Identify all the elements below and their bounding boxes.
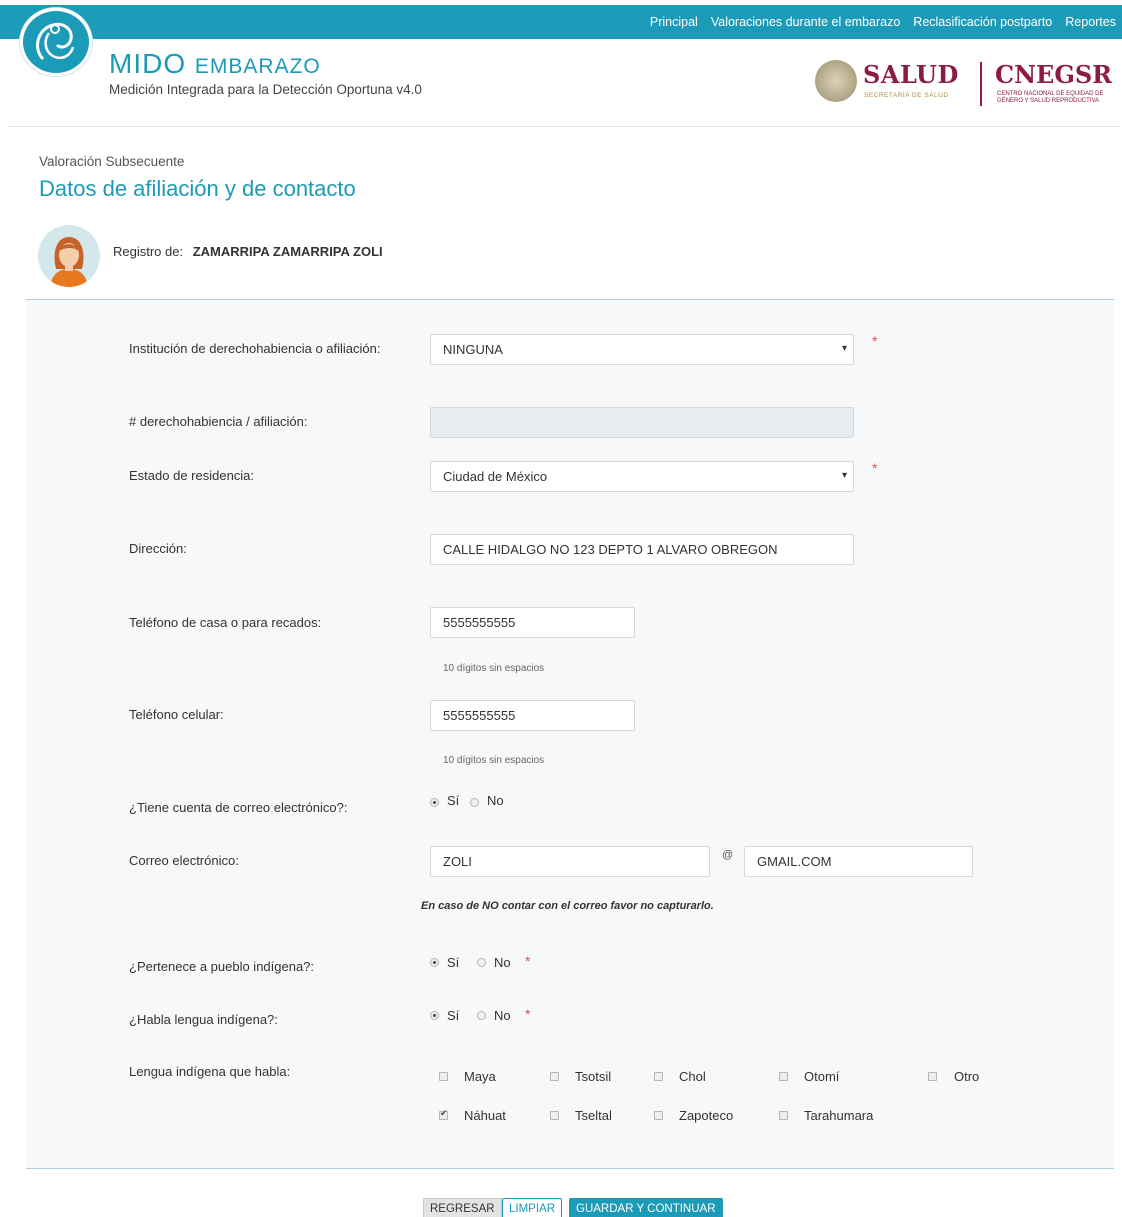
tel-cel-hint: 10 dígitos sin espacios — [443, 755, 545, 766]
correo-user-value: ZOLI — [443, 854, 472, 869]
guardar-continuar-button[interactable]: GUARDAR Y CONTINUAR — [569, 1198, 723, 1217]
nav-reclasificacion[interactable]: Reclasificación postparto — [913, 15, 1052, 29]
correo-question-label: ¿Tiene cuenta de correo electrónico?: — [129, 800, 348, 815]
lengua-tseltal-label: Tseltal — [575, 1108, 612, 1123]
lengua-nahuat-checkbox[interactable] — [439, 1108, 448, 1120]
pueblo-si-radio[interactable] — [430, 958, 439, 967]
avatar — [38, 225, 100, 287]
section-subtitle: Valoración Subsecuente — [39, 154, 185, 169]
regresar-button[interactable]: REGRESAR — [423, 1198, 502, 1217]
lengua-tarahumara-label: Tarahumara — [804, 1108, 874, 1123]
lengua-si-radio[interactable] — [430, 1011, 439, 1020]
lengua-chol-label: Chol — [679, 1069, 706, 1084]
lengua-no-label: No — [494, 1008, 511, 1023]
salud-subtitle: SECRETARÍA DE SALUD — [864, 92, 949, 99]
tel-casa-input[interactable]: 5555555555 — [430, 607, 635, 638]
top-nav-bar: Principal Valoraciones durante el embara… — [0, 5, 1122, 39]
salud-logo: SALUD — [863, 60, 959, 89]
header-divider — [8, 126, 1120, 127]
tel-cel-input[interactable]: 5555555555 — [430, 700, 635, 731]
lengua-maya-label: Maya — [464, 1069, 496, 1084]
pueblo-label: ¿Pertenece a pueblo indígena?: — [129, 959, 315, 974]
nav-valoraciones[interactable]: Valoraciones durante el embarazo — [711, 15, 900, 29]
lengua-question-label: ¿Habla lengua indígena?: — [129, 1012, 278, 1027]
estado-label: Estado de residencia: — [129, 468, 255, 483]
direccion-label: Dirección: — [129, 541, 187, 556]
correo-note: En caso de NO contar con el correo favor… — [421, 900, 714, 912]
institucion-select[interactable]: NINGUNA — [430, 334, 854, 365]
registro: Registro de: ZAMARRIPA ZAMARRIPA ZOLI — [113, 244, 383, 259]
tel-casa-label: Teléfono de casa o para recados: — [129, 615, 322, 630]
lengua-tarahumara-checkbox[interactable] — [779, 1111, 788, 1120]
at-sign: @ — [722, 849, 734, 861]
required-marker: * — [525, 1006, 531, 1022]
direccion-input[interactable]: CALLE HIDALGO NO 123 DEPTO 1 ALVARO OBRE… — [430, 534, 854, 565]
app-title-main: MIDO — [109, 48, 187, 79]
lengua-no-radio[interactable] — [477, 1011, 486, 1020]
logo-divider — [980, 62, 982, 106]
direccion-value: CALLE HIDALGO NO 123 DEPTO 1 ALVARO OBRE… — [443, 542, 778, 557]
registro-label: Registro de: — [113, 244, 184, 259]
pueblo-no-radio[interactable] — [477, 958, 486, 967]
correo-label: Correo electrónico: — [129, 853, 239, 868]
mexico-seal-icon — [815, 60, 857, 102]
lengua-otro-checkbox[interactable] — [928, 1072, 937, 1081]
lengua-nahuat-label: Náhuat — [464, 1108, 506, 1123]
required-marker: * — [872, 333, 878, 349]
afiliacion-input[interactable] — [430, 407, 854, 438]
tel-casa-value: 5555555555 — [443, 615, 516, 630]
cnegsr-logo: CNEGSR — [995, 60, 1113, 89]
pueblo-si-label: Sí — [447, 955, 460, 970]
lengua-tsotsil-checkbox[interactable] — [550, 1072, 559, 1081]
tel-cel-label: Teléfono celular: — [129, 707, 224, 722]
lengua-tseltal-checkbox[interactable] — [550, 1111, 559, 1120]
nav-principal[interactable]: Principal — [650, 15, 698, 29]
app-title-rest: EMBARAZO — [194, 55, 321, 78]
cnegsr-subtitle: CENTRO NACIONAL DE EQUIDAD DE GÉNERO Y S… — [997, 91, 1104, 104]
correo-domain-input[interactable]: GMAIL.COM — [744, 846, 973, 877]
lengua-zapoteco-checkbox[interactable] — [654, 1111, 663, 1120]
tel-cel-value: 5555555555 — [443, 708, 516, 723]
tel-casa-hint: 10 dígitos sin espacios — [443, 663, 545, 674]
limpiar-button[interactable]: LIMPIAR — [502, 1198, 563, 1217]
correo-no-label: No — [487, 793, 504, 808]
estado-select[interactable]: Ciudad de México — [430, 461, 854, 492]
institucion-value: NINGUNA — [443, 342, 503, 357]
lengua-tsotsil-label: Tsotsil — [575, 1069, 612, 1084]
pueblo-no-label: No — [494, 955, 511, 970]
estado-value: Ciudad de México — [443, 469, 548, 484]
correo-si-label: Sí — [447, 793, 460, 808]
correo-user-input[interactable]: ZOLI — [430, 846, 710, 877]
lengua-maya-checkbox[interactable] — [439, 1072, 448, 1081]
app-title: MIDO EMBARAZO — [109, 50, 321, 78]
correo-domain-value: GMAIL.COM — [757, 854, 832, 869]
institucion-label: Institución de derechohabiencia o afilia… — [129, 341, 381, 356]
required-marker: * — [872, 460, 878, 476]
lengua-otro-label: Otro — [954, 1069, 980, 1084]
nav-reportes[interactable]: Reportes — [1065, 15, 1116, 29]
correo-si-radio[interactable] — [430, 798, 439, 807]
lengua-otomi-label: Otomí — [804, 1069, 840, 1084]
registro-name: ZAMARRIPA ZAMARRIPA ZOLI — [192, 244, 383, 259]
required-marker: * — [525, 953, 531, 969]
correo-no-radio[interactable] — [470, 798, 479, 807]
app-subtitle: Medición Integrada para la Detección Opo… — [109, 82, 422, 97]
afiliacion-label: # derechohabiencia / afiliación: — [129, 414, 308, 429]
lengua-otomi-checkbox[interactable] — [779, 1072, 788, 1081]
lengua-label: Lengua indígena que habla: — [129, 1064, 291, 1079]
top-nav: Principal Valoraciones durante el embara… — [650, 5, 1116, 39]
mido-logo-icon — [20, 8, 92, 76]
lengua-chol-checkbox[interactable] — [654, 1072, 663, 1081]
lengua-si-label: Sí — [447, 1008, 460, 1023]
lengua-zapoteco-label: Zapoteco — [679, 1108, 734, 1123]
page-title: Datos de afiliación y de contacto — [39, 176, 356, 201]
